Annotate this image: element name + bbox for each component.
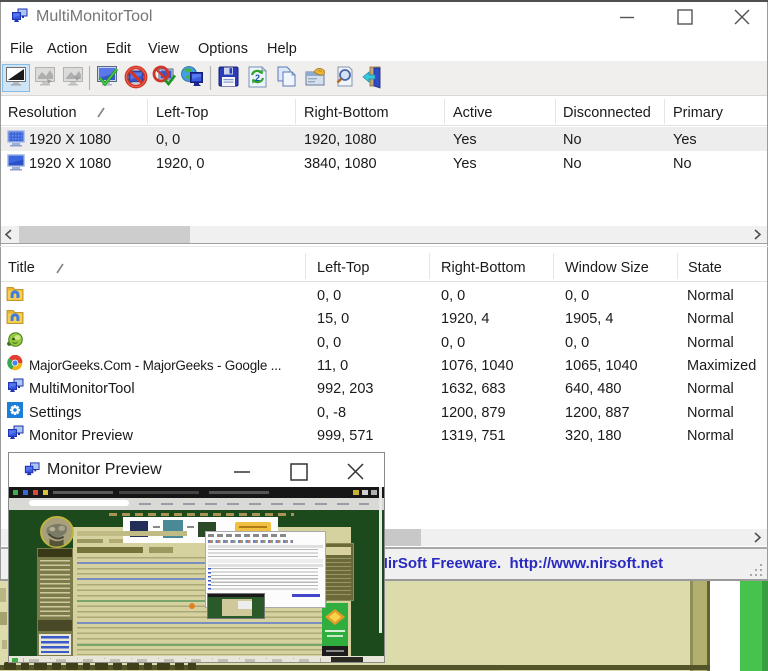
- svg-text:2: 2: [255, 73, 260, 83]
